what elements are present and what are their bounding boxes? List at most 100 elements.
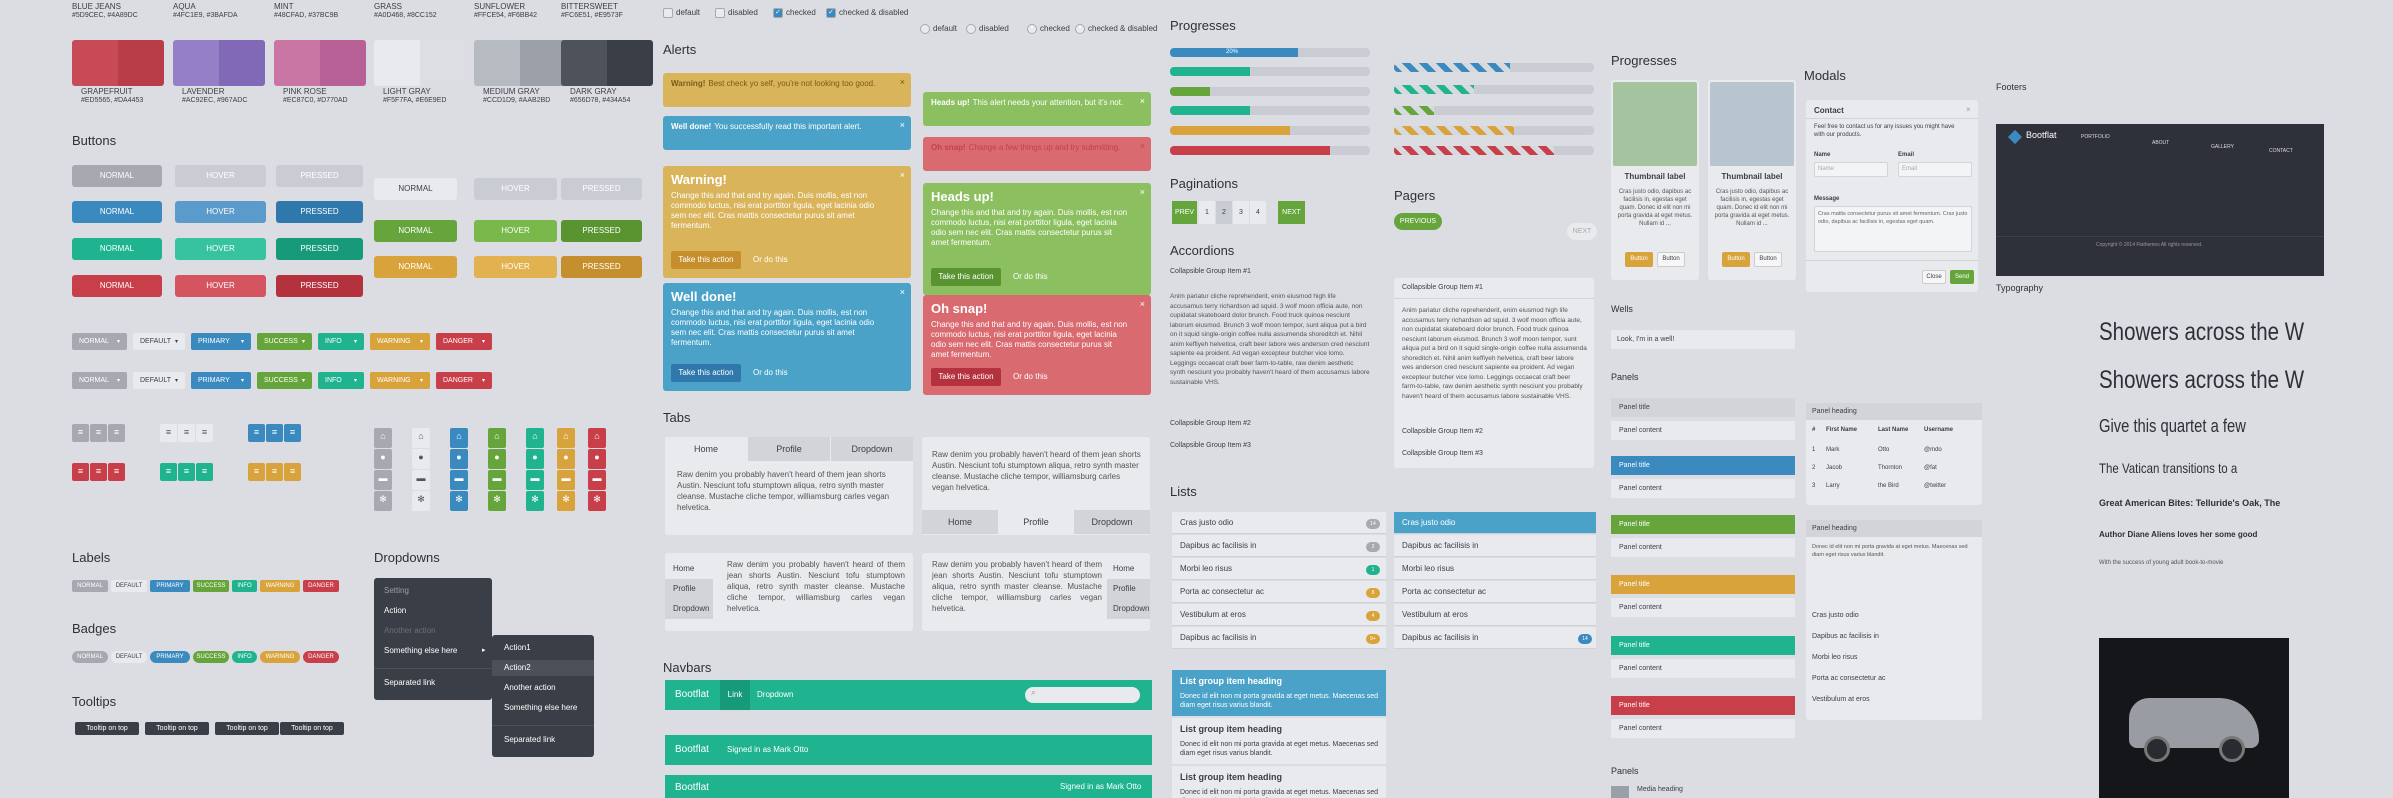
navbar-link[interactable]: Link (720, 680, 750, 710)
list-item[interactable]: Cras justo odio (1172, 512, 1386, 534)
button-normal[interactable]: NORMAL (72, 275, 162, 297)
list-item[interactable]: Dapibus ac facilisis in (1394, 627, 1596, 649)
button-normal[interactable]: NORMAL (72, 238, 162, 260)
home-icon[interactable]: ⌂ (450, 428, 468, 448)
comment-icon[interactable]: ▬ (374, 470, 392, 490)
list-item[interactable]: Morbi leo risus (1394, 558, 1596, 580)
navbar-dropdown[interactable]: Dropdown (757, 690, 793, 699)
align-center-icon[interactable]: ≡ (90, 424, 107, 442)
close-icon[interactable]: × (1140, 299, 1145, 309)
radio-button[interactable] (920, 24, 930, 34)
tab-right-profile[interactable]: Profile (1107, 579, 1150, 599)
or-do-this-link[interactable]: Or do this (753, 368, 788, 377)
thumbnail-button-default[interactable]: Button (1657, 252, 1685, 267)
list-item[interactable]: Cras justo odio (1394, 512, 1596, 534)
gear-icon[interactable]: ✻ (374, 491, 392, 511)
pagination-page-3[interactable]: 3 (1233, 201, 1249, 224)
comment-icon[interactable]: ▬ (488, 470, 506, 490)
button-hover[interactable]: HOVER (175, 201, 266, 223)
tab-left-home[interactable]: Home (665, 559, 713, 579)
list-item[interactable]: Vestibulum at eros (1172, 604, 1386, 626)
home-icon[interactable]: ⌂ (488, 428, 506, 448)
panel-list-item[interactable]: Morbi leo risus (1812, 654, 1858, 661)
gear-icon[interactable]: ✻ (412, 491, 430, 511)
button-hover[interactable]: HOVER (175, 165, 266, 187)
list-group-link[interactable]: List group item heading Donec id elit non… (1172, 670, 1386, 716)
button-hover[interactable]: HOVER (175, 275, 266, 297)
list-item[interactable]: Vestibulum at eros (1394, 604, 1596, 626)
thumbnail-button-primary[interactable]: Button (1625, 252, 1653, 267)
button-hover[interactable]: HOVER (474, 178, 557, 200)
gear-icon[interactable]: ✻ (526, 491, 544, 511)
modal-email-input[interactable]: Email (1898, 162, 1972, 177)
take-action-button[interactable]: Take this action (671, 251, 741, 269)
user-icon[interactable]: ● (588, 449, 606, 469)
comment-icon[interactable]: ▬ (450, 470, 468, 490)
accordion-header-3[interactable]: Collapsible Group Item #3 (1402, 450, 1483, 457)
align-center-icon[interactable]: ≡ (90, 463, 107, 481)
close-icon[interactable]: × (900, 287, 905, 297)
gear-icon[interactable]: ✻ (588, 491, 606, 511)
pager-previous[interactable]: PREVIOUS (1394, 213, 1442, 230)
align-center-icon[interactable]: ≡ (178, 463, 195, 481)
button-normal[interactable]: NORMAL (374, 220, 457, 242)
list-item[interactable]: Dapibus ac facilisis in (1394, 535, 1596, 557)
dropdown-item-something[interactable]: Something else here (384, 646, 457, 655)
button-hover[interactable]: HOVER (474, 256, 557, 278)
button-hover[interactable]: HOVER (474, 220, 557, 242)
user-icon[interactable]: ● (526, 449, 544, 469)
tab-left-dropdown[interactable]: Dropdown (665, 599, 713, 619)
tab-right-home[interactable]: Home (1107, 559, 1150, 579)
panel-list-item[interactable]: Porta ac consectetur ac (1812, 675, 1886, 682)
dropdown-item-setting[interactable]: Setting (384, 586, 409, 595)
dropdown-item-separated[interactable]: Separated link (384, 678, 435, 687)
accordion-header-3[interactable]: Collapsible Group Item #3 (1170, 442, 1251, 449)
align-right-icon[interactable]: ≡ (196, 463, 213, 481)
tab-dropdown[interactable]: Dropdown (831, 437, 913, 461)
navbar-brand[interactable]: Bootflat (675, 744, 709, 755)
button-pressed[interactable]: PRESSED (276, 165, 363, 187)
thumbnail-button-default[interactable]: Button (1754, 252, 1782, 267)
radio-button[interactable]: • (1075, 24, 1085, 34)
close-icon[interactable]: × (900, 170, 905, 180)
home-icon[interactable]: ⌂ (557, 428, 575, 448)
submenu-item-another[interactable]: Another action (504, 683, 556, 692)
button-normal[interactable]: NORMAL (374, 178, 457, 200)
button-pressed[interactable]: PRESSED (561, 220, 642, 242)
gear-icon[interactable]: ✻ (450, 491, 468, 511)
list-item[interactable]: Dapibus ac facilisis in (1172, 535, 1386, 557)
navbar-brand[interactable]: Bootflat (675, 782, 709, 793)
checkbox[interactable]: ✓ (826, 8, 836, 18)
home-icon[interactable]: ⌂ (374, 428, 392, 448)
align-right-icon[interactable]: ≡ (284, 424, 301, 442)
list-item[interactable]: Dapibus ac facilisis in (1172, 627, 1386, 649)
comment-icon[interactable]: ▬ (526, 470, 544, 490)
panel-list-item[interactable]: Dapibus ac facilisis in (1812, 633, 1879, 640)
panel-list-item[interactable]: Cras justo odio (1812, 612, 1859, 619)
home-icon[interactable]: ⌂ (412, 428, 430, 448)
user-icon[interactable]: ● (557, 449, 575, 469)
gear-icon[interactable]: ✻ (557, 491, 575, 511)
align-right-icon[interactable]: ≡ (196, 424, 213, 442)
dropdown-item-another[interactable]: Another action (384, 626, 436, 635)
or-do-this-link[interactable]: Or do this (1013, 372, 1048, 381)
accordion-header-1[interactable]: Collapsible Group Item #1 (1402, 284, 1483, 291)
tab-left-profile[interactable]: Profile (665, 579, 713, 599)
align-right-icon[interactable]: ≡ (284, 463, 301, 481)
align-center-icon[interactable]: ≡ (178, 424, 195, 442)
align-left-icon[interactable]: ≡ (160, 463, 177, 481)
take-action-button[interactable]: Take this action (671, 364, 741, 382)
align-right-icon[interactable]: ≡ (108, 424, 125, 442)
info-dropdown-button[interactable]: INFO (318, 333, 364, 350)
pagination-page-2[interactable]: 2 (1216, 201, 1232, 224)
tab-bottom-profile[interactable]: Profile (998, 510, 1074, 534)
modal-name-input[interactable]: Name (1814, 162, 1888, 177)
info-dropdown-button[interactable]: INFO (318, 372, 364, 389)
comment-icon[interactable]: ▬ (557, 470, 575, 490)
list-item[interactable]: Porta ac consectetur ac (1172, 581, 1386, 603)
radio-button[interactable] (966, 24, 976, 34)
pagination-next[interactable]: NEXT (1278, 201, 1305, 224)
accordion-header-2[interactable]: Collapsible Group Item #2 (1402, 428, 1483, 435)
home-icon[interactable]: ⌂ (526, 428, 544, 448)
pagination-page-4[interactable]: 4 (1250, 201, 1266, 224)
